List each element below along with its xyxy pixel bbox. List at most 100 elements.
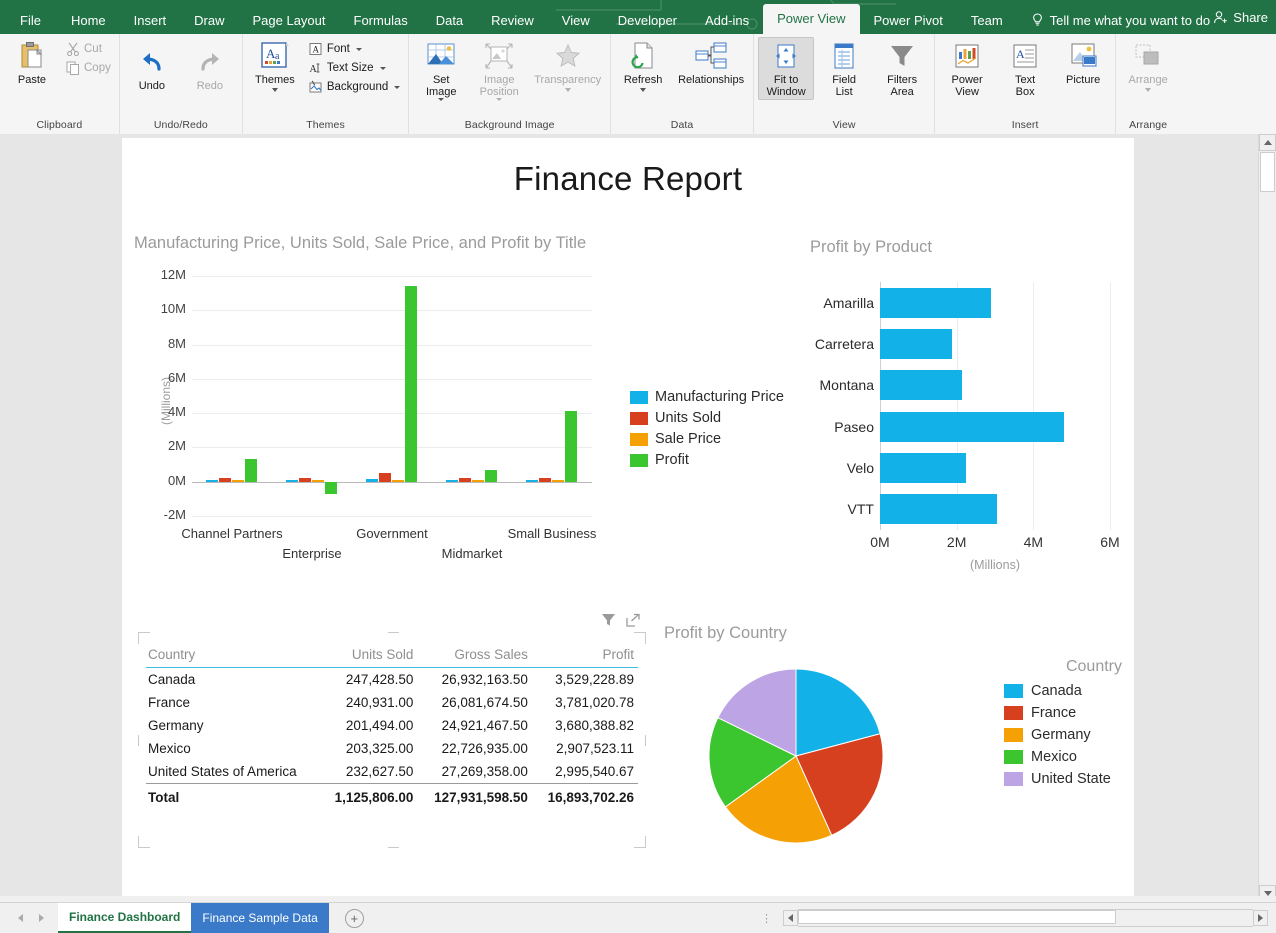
bar[interactable] [392, 480, 404, 482]
power-view-canvas[interactable]: Finance Report Manufacturing Price, Unit… [122, 138, 1134, 896]
profit-by-product-chart[interactable]: Profit by Product AmarillaCarreteraMonta… [682, 234, 1122, 604]
bar[interactable] [539, 478, 551, 482]
ribbon-tab-review[interactable]: Review [477, 7, 548, 34]
font-button[interactable]: A Font [305, 40, 404, 58]
bar[interactable] [245, 459, 257, 482]
bar[interactable] [219, 478, 231, 482]
image-position-button[interactable]: Image Position [471, 37, 527, 103]
ribbon-tab-data[interactable]: Data [422, 7, 477, 34]
ribbon-tab-view[interactable]: View [548, 7, 604, 34]
bar[interactable] [880, 370, 962, 400]
transparency-button[interactable]: Transparency [529, 37, 606, 94]
image-position-dropdown-icon[interactable] [496, 98, 502, 101]
text-size-button[interactable]: A Text Size [305, 59, 404, 77]
scroll-thumb[interactable] [1260, 152, 1275, 192]
pie-legend[interactable]: Country CanadaFranceGermanyMexicoUnited … [1004, 658, 1124, 793]
pie-legend-item[interactable]: Canada [1004, 683, 1124, 699]
field-list-button[interactable]: Field List [816, 37, 872, 100]
table-row[interactable]: United States of America232,627.5027,269… [146, 760, 638, 784]
frame-handle-right[interactable] [645, 735, 646, 746]
bar[interactable] [299, 478, 311, 482]
tell-me-search[interactable]: Tell me what you want to do [1021, 7, 1220, 34]
column-chart[interactable]: Manufacturing Price, Units Sold, Sale Pr… [132, 234, 662, 604]
paste-button[interactable]: Paste [4, 37, 60, 89]
ribbon-tab-team[interactable]: Team [957, 7, 1017, 34]
picture-button[interactable]: Picture [1055, 37, 1111, 89]
bar[interactable] [565, 411, 577, 482]
undo-button[interactable]: Undo [124, 43, 180, 95]
sheet-tab-finance-sample-data[interactable]: Finance Sample Data [191, 903, 328, 933]
frame-handle-left[interactable] [138, 735, 139, 746]
redo-button[interactable]: Redo [182, 43, 238, 95]
hscroll-track[interactable] [798, 909, 1253, 927]
bar[interactable] [526, 480, 538, 482]
table-row[interactable]: Mexico203,325.0022,726,935.002,907,523.1… [146, 737, 638, 760]
ribbon-tab-insert[interactable]: Insert [120, 7, 181, 34]
bar[interactable] [880, 288, 991, 318]
filter-icon[interactable] [601, 612, 616, 627]
bar[interactable] [312, 480, 324, 482]
pie-legend-item[interactable]: Germany [1004, 727, 1124, 743]
profit-by-country-chart[interactable]: Profit by Country Country CanadaFranceGe… [652, 622, 1122, 872]
background-dropdown-icon[interactable] [394, 86, 400, 89]
themes-dropdown-icon[interactable] [272, 88, 278, 92]
bar[interactable] [232, 480, 244, 482]
background-button[interactable]: Background [305, 78, 404, 96]
filters-area-button[interactable]: Filters Area [874, 37, 930, 100]
pie-svg[interactable] [708, 668, 884, 844]
share-button[interactable]: Share [1213, 4, 1268, 30]
popout-icon[interactable] [626, 613, 640, 627]
country-table[interactable]: Country Units Sold Gross Sales Profit Ca… [132, 622, 652, 862]
bar[interactable] [459, 478, 471, 482]
arrange-button[interactable]: Arrange [1120, 37, 1176, 94]
transparency-dropdown-icon[interactable] [565, 88, 571, 92]
fit-to-window-button[interactable]: Fit to Window [758, 37, 814, 100]
pie-legend-item[interactable]: United State [1004, 771, 1124, 787]
add-sheet-button[interactable]: + [345, 909, 364, 928]
ribbon-tab-formulas[interactable]: Formulas [340, 7, 422, 34]
hscroll-thumb[interactable] [798, 910, 1116, 924]
hscroll-left-button[interactable] [783, 910, 798, 926]
font-dropdown-icon[interactable] [356, 48, 362, 51]
ribbon-tab-home[interactable]: Home [57, 7, 120, 34]
bar[interactable] [880, 453, 966, 483]
table-row[interactable]: Canada247,428.5026,932,163.503,529,228.8… [146, 668, 638, 692]
pie-legend-item[interactable]: Mexico [1004, 749, 1124, 765]
ribbon-tab-power-pivot[interactable]: Power Pivot [860, 7, 957, 34]
text-size-dropdown-icon[interactable] [380, 67, 386, 70]
bar[interactable] [880, 412, 1064, 442]
col-header-gross-sales[interactable]: Gross Sales [417, 644, 532, 668]
bar[interactable] [379, 473, 391, 482]
scroll-up-button[interactable] [1259, 134, 1276, 151]
bar[interactable] [405, 286, 417, 481]
bar[interactable] [880, 494, 997, 524]
refresh-dropdown-icon[interactable] [640, 88, 646, 92]
bar[interactable] [206, 480, 218, 482]
frame-handle-bottom[interactable] [388, 847, 399, 848]
sheet-prev-icon[interactable] [18, 914, 23, 922]
vertical-scrollbar[interactable] [1258, 134, 1276, 902]
refresh-button[interactable]: Refresh [615, 37, 671, 94]
themes-button[interactable]: A a Themes [247, 37, 303, 94]
relationships-button[interactable]: Relationships [673, 37, 749, 89]
ribbon-tab-add-ins[interactable]: Add-ins [691, 7, 763, 34]
col-header-units-sold[interactable]: Units Sold [320, 644, 418, 668]
ribbon-tab-file[interactable]: File [4, 7, 57, 34]
bar[interactable] [286, 480, 298, 482]
arrange-dropdown-icon[interactable] [1145, 88, 1151, 92]
col-header-country[interactable]: Country [146, 644, 320, 668]
bar[interactable] [472, 480, 484, 482]
ribbon-tab-draw[interactable]: Draw [180, 7, 238, 34]
bar[interactable] [366, 479, 378, 481]
ribbon-tab-developer[interactable]: Developer [604, 7, 691, 34]
sheet-tab-finance-dashboard[interactable]: Finance Dashboard [58, 903, 191, 933]
frame-handle-top[interactable] [388, 632, 399, 633]
ribbon-tab-power-view[interactable]: Power View [763, 4, 859, 34]
bar[interactable] [485, 470, 497, 482]
power-view-button[interactable]: Power View [939, 37, 995, 100]
set-image-button[interactable]: Set Image [413, 37, 469, 103]
hscroll-right-button[interactable] [1253, 910, 1268, 926]
bar[interactable] [880, 329, 952, 359]
table-row[interactable]: Germany201,494.0024,921,467.503,680,388.… [146, 714, 638, 737]
table-row[interactable]: France240,931.0026,081,674.503,781,020.7… [146, 691, 638, 714]
